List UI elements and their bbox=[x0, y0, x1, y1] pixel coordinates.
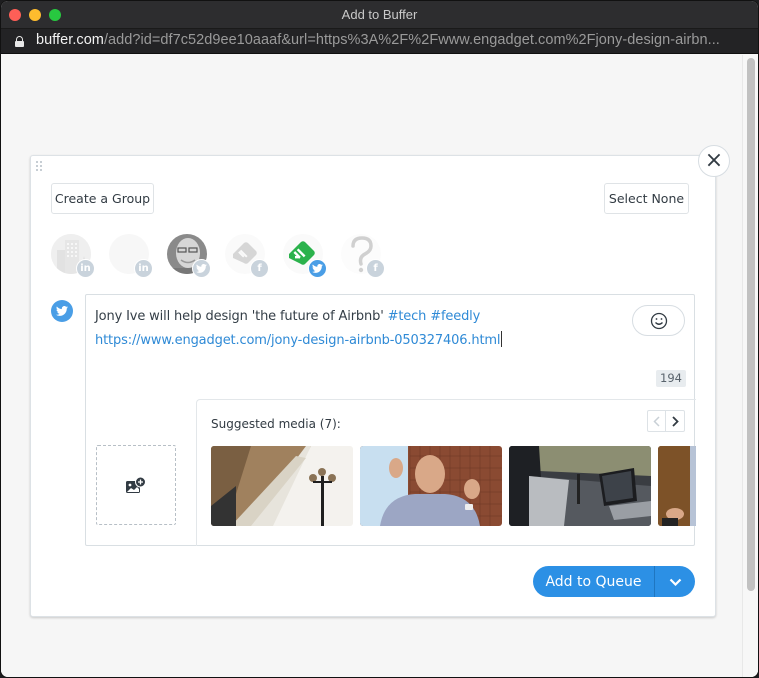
suggested-media-title: Suggested media (7): bbox=[211, 417, 341, 431]
profile-avatar-facebook-1[interactable]: f bbox=[225, 234, 269, 278]
emoji-button[interactable] bbox=[632, 305, 685, 336]
add-to-queue-split-button: Add to Queue bbox=[533, 566, 695, 597]
image-plus-icon bbox=[126, 476, 146, 493]
browser-window: Add to Buffer buffer.com/add?id=df7c52d9… bbox=[0, 0, 759, 678]
text-caret bbox=[501, 331, 503, 347]
address-bar[interactable]: buffer.com/add?id=df7c52d9ee10aaaf&url=h… bbox=[1, 29, 758, 54]
url-path: /add?id=df7c52d9ee10aaaf&url=https%3A%2F… bbox=[103, 32, 720, 48]
character-count: 194 bbox=[656, 370, 686, 387]
queue-options-dropdown[interactable] bbox=[655, 566, 695, 597]
chevron-down-icon bbox=[669, 578, 681, 586]
scrollbar[interactable] bbox=[742, 55, 758, 677]
url-text[interactable]: buffer.com/add?id=df7c52d9ee10aaaf&url=h… bbox=[36, 32, 720, 48]
linkedin-icon: in bbox=[134, 259, 153, 278]
facebook-icon: f bbox=[366, 259, 385, 278]
profile-avatar-linkedin-1[interactable]: in bbox=[51, 234, 95, 278]
next-media-button[interactable] bbox=[666, 411, 684, 431]
add-to-queue-button[interactable]: Add to Queue bbox=[533, 566, 655, 597]
post-hashtags[interactable]: #tech #feedly bbox=[388, 309, 481, 324]
linkedin-icon: in bbox=[76, 259, 95, 278]
media-thumbnails bbox=[211, 446, 696, 526]
drag-handle-icon[interactable] bbox=[36, 161, 44, 172]
url-host: buffer.com bbox=[36, 32, 104, 48]
media-pager bbox=[647, 410, 685, 432]
create-group-button[interactable]: Create a Group bbox=[51, 183, 154, 214]
window-title: Add to Buffer bbox=[341, 7, 418, 22]
media-thumbnail-twitter-building[interactable] bbox=[211, 446, 353, 526]
facebook-icon: f bbox=[250, 259, 269, 278]
page-content: Create a Group Select None in in f f Jon… bbox=[1, 55, 758, 677]
composer-card: Create a Group Select None in in f f Jon… bbox=[30, 155, 716, 617]
profile-avatar-linkedin-2[interactable]: in bbox=[109, 234, 153, 278]
title-bar: Add to Buffer bbox=[1, 1, 758, 29]
post-text-input[interactable]: Jony Ive will help design 'the future of… bbox=[95, 305, 625, 353]
lock-icon bbox=[15, 36, 24, 47]
media-thumbnail-partial[interactable] bbox=[658, 446, 696, 526]
twitter-network-icon bbox=[51, 300, 73, 322]
scrollbar-thumb[interactable] bbox=[747, 58, 755, 591]
close-button[interactable]: × bbox=[698, 145, 730, 177]
twitter-icon bbox=[192, 259, 211, 278]
post-composer[interactable]: Jony Ive will help design 'the future of… bbox=[85, 294, 696, 546]
select-none-button[interactable]: Select None bbox=[604, 183, 689, 214]
profile-avatar-twitter-2[interactable] bbox=[283, 234, 327, 278]
chevron-left-icon bbox=[653, 415, 660, 427]
post-link[interactable]: https://www.engadget.com/jony-design-air… bbox=[95, 333, 501, 348]
smiley-icon bbox=[650, 312, 667, 329]
chevron-right-icon bbox=[671, 415, 679, 427]
twitter-icon bbox=[308, 259, 327, 278]
media-thumbnail-jony-ive[interactable] bbox=[360, 446, 502, 526]
media-thumbnail-car-interior[interactable] bbox=[509, 446, 651, 526]
suggested-media-panel: Suggested media (7): bbox=[196, 399, 696, 546]
profile-avatar-facebook-2[interactable]: f bbox=[341, 234, 385, 278]
post-text: Jony Ive will help design 'the future of… bbox=[95, 309, 388, 324]
previous-media-button[interactable] bbox=[648, 411, 667, 431]
profile-avatar-twitter-1[interactable] bbox=[167, 234, 211, 278]
add-media-button[interactable] bbox=[96, 445, 176, 525]
